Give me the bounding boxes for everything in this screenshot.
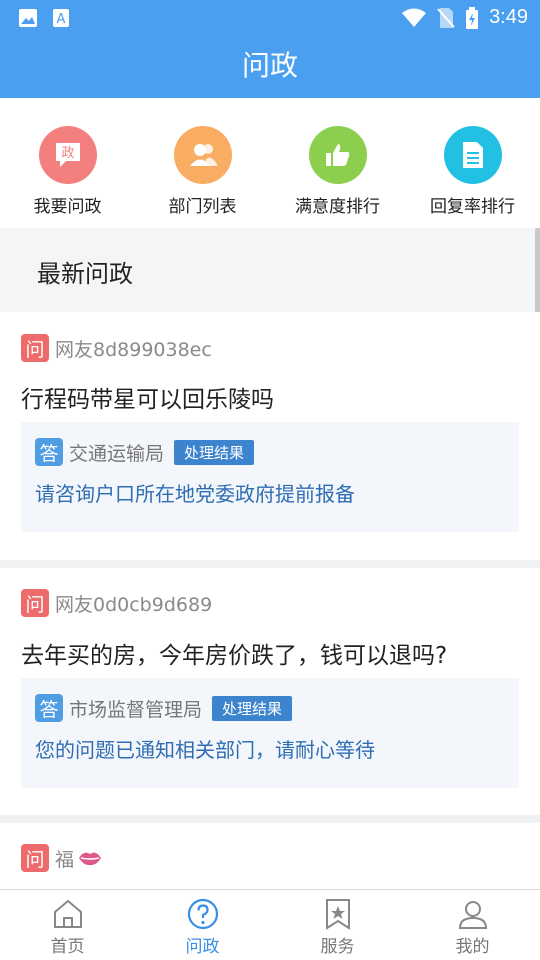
post-question: 行程码带星可以回乐陵吗 [21,387,274,413]
page-title: 问政 [241,49,298,82]
nav-ask-label: 问政 [185,937,220,957]
bookmark-star-icon [325,899,350,930]
translate-notification-icon: A [53,9,69,27]
bottom-nav: 首页 问政 服务 我的 [0,889,540,960]
nav-home[interactable]: 首页 [0,890,135,960]
post-card[interactable]: 问 福 [0,823,540,889]
nav-service[interactable]: 服务 [270,890,405,960]
question-badge: 问 [21,844,49,872]
answer-box: 答 市场监督管理局 处理结果 您的问题已通知相关部门，请耐心等待 [21,678,519,788]
post-user: 福 [55,848,75,871]
svg-text:A: A [57,12,66,27]
ask-politics-label: 我要问政 [33,197,102,217]
status-bar: A 3:49 [0,0,540,36]
nav-mine[interactable]: 我的 [405,890,540,960]
answer-badge: 答 [35,694,63,722]
section-title: 最新问政 [37,260,133,288]
svg-text:政: 政 [61,146,74,161]
satisfaction-ranking-label: 满意度排行 [295,197,380,217]
department-list-label: 部门列表 [168,197,237,217]
image-notification-icon [19,9,37,27]
wifi-icon [402,8,427,27]
department-list-button[interactable]: 部门列表 [135,98,270,228]
status-badge: 处理结果 [174,439,255,465]
answer-department: 交通运输局 [69,442,165,465]
answer-badge: 答 [35,438,63,466]
divider [0,815,540,823]
user-icon [458,901,487,929]
post-user: 网友8d899038ec [55,338,212,361]
ask-politics-button[interactable]: 政 我要问政 [0,98,135,228]
question-badge: 问 [21,589,49,617]
nav-service-label: 服务 [320,937,355,957]
ask-politics-icon: 政 [38,126,97,184]
satisfaction-ranking-button[interactable]: 满意度排行 [270,98,405,228]
reply-rate-ranking-label: 回复率排行 [430,197,515,217]
lips-emoji-icon [79,852,102,866]
nav-home-label: 首页 [50,937,85,957]
divider [0,560,540,568]
reply-rate-ranking-button[interactable]: 回复率排行 [405,98,540,228]
document-icon [443,126,502,184]
app-header: A 3:49 问政 [0,0,540,98]
clock-time: 3:49 [489,6,528,28]
no-sim-icon [437,7,455,28]
department-people-icon [173,126,232,184]
post-card[interactable]: 问 网友0d0cb9d689 去年买的房，今年房价跌了，钱可以退吗? 答 市场监… [0,568,540,815]
answer-text: 您的问题已通知相关部门，请耐心等待 [35,738,375,762]
answer-text: 请咨询户口所在地党委政府提前报备 [35,482,355,506]
answer-department: 市场监督管理局 [69,698,203,721]
post-user: 网友0d0cb9d689 [55,593,213,616]
nav-mine-label: 我的 [455,937,490,957]
thumbs-up-icon [308,126,367,184]
battery-icon [466,6,479,29]
latest-section-header: 最新问政 [0,228,540,312]
question-badge: 问 [21,334,49,362]
post-question: 去年买的房，今年房价跌了，钱可以退吗? [21,643,448,669]
question-circle-icon [187,898,218,930]
home-icon [53,899,82,928]
answer-box: 答 交通运输局 处理结果 请咨询户口所在地党委政府提前报备 [21,422,519,532]
quick-actions: 政 我要问政 部门列表 满意度排行 回复率排行 [0,98,540,228]
scrollbar[interactable] [535,228,540,320]
nav-ask[interactable]: 问政 [135,890,270,960]
status-badge: 处理结果 [212,695,293,721]
post-card[interactable]: 问 网友8d899038ec 行程码带星可以回乐陵吗 答 交通运输局 处理结果 … [0,312,540,560]
